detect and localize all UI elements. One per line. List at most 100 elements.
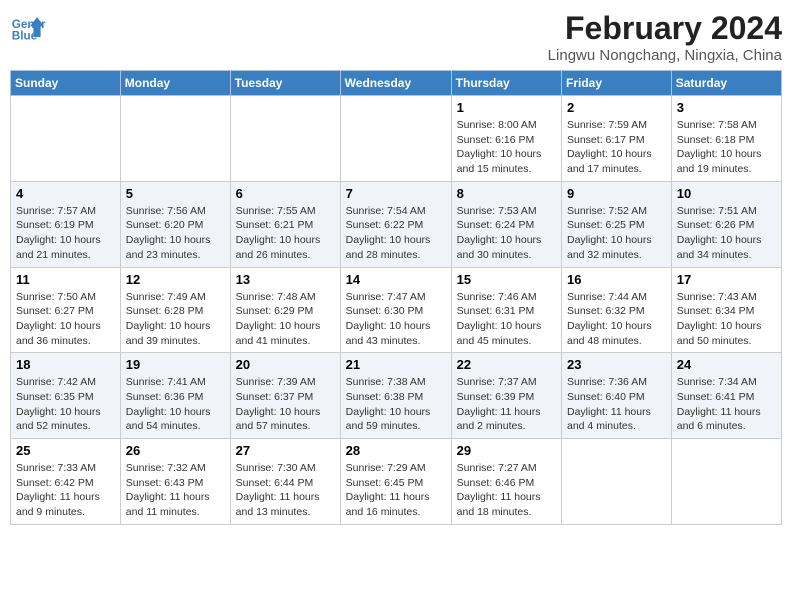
day-info: Sunrise: 7:47 AM Sunset: 6:30 PM Dayligh…: [346, 290, 446, 349]
day-number: 7: [346, 186, 446, 201]
day-info: Sunrise: 7:38 AM Sunset: 6:38 PM Dayligh…: [346, 375, 446, 434]
day-number: 23: [567, 357, 666, 372]
weekday-header-row: SundayMondayTuesdayWednesdayThursdayFrid…: [11, 71, 782, 96]
logo: General Blue: [10, 10, 46, 46]
calendar-cell: 17 Sunrise: 7:43 AM Sunset: 6:34 PM Dayli…: [671, 267, 781, 353]
day-info: Sunrise: 7:54 AM Sunset: 6:22 PM Dayligh…: [346, 204, 446, 263]
weekday-header-friday: Friday: [562, 71, 672, 96]
day-info: Sunrise: 7:57 AM Sunset: 6:19 PM Dayligh…: [16, 204, 115, 263]
calendar-cell: 11 Sunrise: 7:50 AM Sunset: 6:27 PM Dayli…: [11, 267, 121, 353]
day-info: Sunrise: 7:36 AM Sunset: 6:40 PM Dayligh…: [567, 375, 666, 434]
calendar-cell: 29Sunrise: 7:27 AM Sunset: 6:46 PM Dayli…: [451, 439, 561, 525]
calendar-cell: 5 Sunrise: 7:56 AM Sunset: 6:20 PM Daylig…: [120, 181, 230, 267]
day-number: 28: [346, 443, 446, 458]
week-row-4: 18 Sunrise: 7:42 AM Sunset: 6:35 PM Dayli…: [11, 353, 782, 439]
weekday-header-sunday: Sunday: [11, 71, 121, 96]
day-info: Sunrise: 7:29 AM Sunset: 6:45 PM Dayligh…: [346, 461, 446, 520]
calendar-cell: 7 Sunrise: 7:54 AM Sunset: 6:22 PM Daylig…: [340, 181, 451, 267]
day-info: Sunrise: 7:48 AM Sunset: 6:29 PM Dayligh…: [236, 290, 335, 349]
day-info: Sunrise: 7:51 AM Sunset: 6:26 PM Dayligh…: [677, 204, 776, 263]
day-info: Sunrise: 7:32 AM Sunset: 6:43 PM Dayligh…: [126, 461, 225, 520]
calendar-cell: 1 Sunrise: 8:00 AM Sunset: 6:16 PM Daylig…: [451, 96, 561, 182]
calendar-cell: 28 Sunrise: 7:29 AM Sunset: 6:45 PM Dayli…: [340, 439, 451, 525]
calendar-cell: 24 Sunrise: 7:34 AM Sunset: 6:41 PM Dayli…: [671, 353, 781, 439]
day-number: 8: [457, 186, 556, 201]
calendar-cell: 20Sunrise: 7:39 AM Sunset: 6:37 PM Dayli…: [230, 353, 340, 439]
day-info: Sunrise: 7:53 AM Sunset: 6:24 PM Dayligh…: [457, 204, 556, 263]
weekday-header-saturday: Saturday: [671, 71, 781, 96]
calendar-cell: [671, 439, 781, 525]
day-info: Sunrise: 7:56 AM Sunset: 6:20 PM Dayligh…: [126, 204, 225, 263]
calendar-cell: 16Sunrise: 7:44 AM Sunset: 6:32 PM Dayli…: [562, 267, 672, 353]
weekday-header-thursday: Thursday: [451, 71, 561, 96]
day-number: 15: [457, 272, 556, 287]
day-number: 1: [457, 100, 556, 115]
week-row-2: 4 Sunrise: 7:57 AM Sunset: 6:19 PM Daylig…: [11, 181, 782, 267]
day-number: 13: [236, 272, 335, 287]
calendar-cell: 27Sunrise: 7:30 AM Sunset: 6:44 PM Dayli…: [230, 439, 340, 525]
day-info: Sunrise: 7:49 AM Sunset: 6:28 PM Dayligh…: [126, 290, 225, 349]
day-number: 5: [126, 186, 225, 201]
calendar-cell: 8 Sunrise: 7:53 AM Sunset: 6:24 PM Daylig…: [451, 181, 561, 267]
day-info: Sunrise: 7:42 AM Sunset: 6:35 PM Dayligh…: [16, 375, 115, 434]
day-info: Sunrise: 7:59 AM Sunset: 6:17 PM Dayligh…: [567, 118, 666, 177]
calendar-cell: 10 Sunrise: 7:51 AM Sunset: 6:26 PM Dayli…: [671, 181, 781, 267]
day-info: Sunrise: 7:43 AM Sunset: 6:34 PM Dayligh…: [677, 290, 776, 349]
day-info: Sunrise: 7:44 AM Sunset: 6:32 PM Dayligh…: [567, 290, 666, 349]
calendar-cell: 14 Sunrise: 7:47 AM Sunset: 6:30 PM Dayli…: [340, 267, 451, 353]
day-info: Sunrise: 7:34 AM Sunset: 6:41 PM Dayligh…: [677, 375, 776, 434]
day-number: 3: [677, 100, 776, 115]
calendar-cell: [120, 96, 230, 182]
day-number: 10: [677, 186, 776, 201]
header: General Blue February 2024 Lingwu Nongch…: [10, 10, 782, 64]
week-row-5: 25Sunrise: 7:33 AM Sunset: 6:42 PM Dayli…: [11, 439, 782, 525]
day-number: 2: [567, 100, 666, 115]
day-number: 9: [567, 186, 666, 201]
weekday-header-tuesday: Tuesday: [230, 71, 340, 96]
day-info: Sunrise: 7:46 AM Sunset: 6:31 PM Dayligh…: [457, 290, 556, 349]
calendar-cell: 19Sunrise: 7:41 AM Sunset: 6:36 PM Dayli…: [120, 353, 230, 439]
calendar-cell: [340, 96, 451, 182]
week-row-1: 1 Sunrise: 8:00 AM Sunset: 6:16 PM Daylig…: [11, 96, 782, 182]
calendar-cell: 3 Sunrise: 7:58 AM Sunset: 6:18 PM Daylig…: [671, 96, 781, 182]
day-number: 17: [677, 272, 776, 287]
day-number: 24: [677, 357, 776, 372]
calendar-cell: 15 Sunrise: 7:46 AM Sunset: 6:31 PM Dayli…: [451, 267, 561, 353]
day-number: 27: [236, 443, 335, 458]
calendar-table: SundayMondayTuesdayWednesdayThursdayFrid…: [10, 70, 782, 525]
calendar-cell: 21 Sunrise: 7:38 AM Sunset: 6:38 PM Dayli…: [340, 353, 451, 439]
day-info: Sunrise: 7:37 AM Sunset: 6:39 PM Dayligh…: [457, 375, 556, 434]
day-info: Sunrise: 7:52 AM Sunset: 6:25 PM Dayligh…: [567, 204, 666, 263]
day-info: Sunrise: 8:00 AM Sunset: 6:16 PM Dayligh…: [457, 118, 556, 177]
calendar-cell: 12 Sunrise: 7:49 AM Sunset: 6:28 PM Dayli…: [120, 267, 230, 353]
day-number: 18: [16, 357, 115, 372]
day-number: 14: [346, 272, 446, 287]
day-number: 6: [236, 186, 335, 201]
calendar-cell: 25Sunrise: 7:33 AM Sunset: 6:42 PM Dayli…: [11, 439, 121, 525]
day-info: Sunrise: 7:33 AM Sunset: 6:42 PM Dayligh…: [16, 461, 115, 520]
weekday-header-wednesday: Wednesday: [340, 71, 451, 96]
calendar-cell: [230, 96, 340, 182]
week-row-3: 11 Sunrise: 7:50 AM Sunset: 6:27 PM Dayli…: [11, 267, 782, 353]
day-info: Sunrise: 7:58 AM Sunset: 6:18 PM Dayligh…: [677, 118, 776, 177]
day-info: Sunrise: 7:55 AM Sunset: 6:21 PM Dayligh…: [236, 204, 335, 263]
day-number: 22: [457, 357, 556, 372]
day-number: 12: [126, 272, 225, 287]
calendar-cell: [562, 439, 672, 525]
day-number: 11: [16, 272, 115, 287]
title-area: February 2024 Lingwu Nongchang, Ningxia,…: [548, 10, 782, 64]
day-info: Sunrise: 7:27 AM Sunset: 6:46 PM Dayligh…: [457, 461, 556, 520]
calendar-cell: 22 Sunrise: 7:37 AM Sunset: 6:39 PM Dayli…: [451, 353, 561, 439]
day-number: 20: [236, 357, 335, 372]
day-info: Sunrise: 7:50 AM Sunset: 6:27 PM Dayligh…: [16, 290, 115, 349]
day-number: 21: [346, 357, 446, 372]
calendar-cell: 9 Sunrise: 7:52 AM Sunset: 6:25 PM Daylig…: [562, 181, 672, 267]
calendar-cell: 23 Sunrise: 7:36 AM Sunset: 6:40 PM Dayli…: [562, 353, 672, 439]
calendar-cell: 4 Sunrise: 7:57 AM Sunset: 6:19 PM Daylig…: [11, 181, 121, 267]
logo-icon: General Blue: [10, 10, 46, 46]
day-number: 4: [16, 186, 115, 201]
calendar-cell: 2 Sunrise: 7:59 AM Sunset: 6:17 PM Daylig…: [562, 96, 672, 182]
main-title: February 2024: [548, 10, 782, 47]
subtitle: Lingwu Nongchang, Ningxia, China: [548, 47, 782, 64]
calendar-cell: 18 Sunrise: 7:42 AM Sunset: 6:35 PM Dayli…: [11, 353, 121, 439]
